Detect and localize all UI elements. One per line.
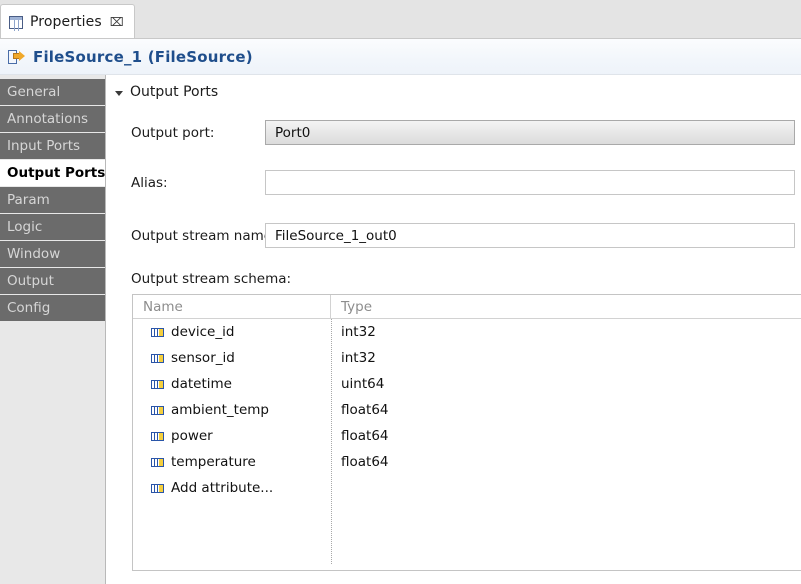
attribute-name: ambient_temp — [171, 402, 269, 418]
page-title: FileSource_1 (FileSource) — [33, 48, 253, 66]
attribute-icon — [151, 431, 164, 441]
cell-name: datetime — [133, 376, 331, 392]
attribute-icon — [151, 483, 164, 493]
attribute-icon — [151, 353, 164, 363]
cell-name: device_id — [133, 324, 331, 340]
sidebar-item-label: General — [7, 84, 61, 100]
sidebar-item-logic[interactable]: Logic — [0, 214, 105, 240]
cell-name: Add attribute... — [133, 480, 331, 496]
attribute-type: float64 — [341, 454, 389, 470]
attribute-type: float64 — [341, 402, 389, 418]
sidebar-item-output-ports[interactable]: Output Ports — [0, 160, 105, 186]
alias-input[interactable] — [265, 170, 795, 195]
properties-sidebar: General Annotations Input Ports Output P… — [0, 75, 106, 584]
alias-label: Alias: — [131, 174, 168, 191]
attribute-name: datetime — [171, 376, 232, 392]
form-row-output-port: Output port: Port0 — [107, 120, 801, 145]
sidebar-item-config[interactable]: Config — [0, 295, 105, 321]
table-row[interactable]: temperature float64 — [133, 449, 801, 475]
column-divider — [331, 319, 332, 564]
form-row-output-stream-name: Output stream name: FileSource_1_out0 — [107, 223, 801, 248]
properties-view: Properties ⌧ FileSource_1 (FileSource) G… — [0, 0, 801, 584]
tab-properties[interactable]: Properties ⌧ — [0, 4, 135, 39]
attribute-icon — [151, 379, 164, 389]
sidebar-item-label: Logic — [7, 219, 43, 235]
output-stream-name-label: Output stream name: — [131, 227, 277, 244]
attribute-type: float64 — [341, 428, 389, 444]
attribute-icon — [151, 327, 164, 337]
sidebar-item-input-ports[interactable]: Input Ports — [0, 133, 105, 159]
sidebar-item-label: Input Ports — [7, 138, 81, 154]
cell-name: sensor_id — [133, 350, 331, 366]
table-row[interactable]: power float64 — [133, 423, 801, 449]
attribute-type: int32 — [341, 324, 376, 340]
output-stream-schema-label: Output stream schema: — [131, 271, 292, 287]
table-header-row: Name Type — [133, 295, 801, 319]
chevron-down-icon[interactable] — [115, 90, 123, 96]
section-title: Output Ports — [130, 84, 219, 100]
output-port-label: Output port: — [131, 124, 215, 141]
attribute-name: temperature — [171, 454, 256, 470]
form-row-alias: Alias: — [107, 170, 801, 195]
table-row[interactable]: sensor_id int32 — [133, 345, 801, 371]
cell-name: temperature — [133, 454, 331, 470]
close-icon[interactable]: ⌧ — [109, 16, 124, 28]
attribute-name: power — [171, 428, 213, 444]
sidebar-item-label: Output Ports — [7, 165, 106, 181]
cell-name: ambient_temp — [133, 402, 331, 418]
section-header-output-ports[interactable]: Output Ports — [115, 84, 218, 100]
sidebar-item-label: Window — [7, 246, 61, 262]
column-header-name[interactable]: Name — [133, 295, 331, 318]
attribute-name: sensor_id — [171, 350, 235, 366]
table-body: device_id int32 sensor_id int32 datetime — [133, 319, 801, 564]
attribute-icon — [151, 457, 164, 467]
properties-grid-icon — [9, 15, 23, 29]
sidebar-item-label: Config — [7, 300, 51, 316]
sidebar-item-window[interactable]: Window — [0, 241, 105, 267]
sidebar-item-label: Annotations — [7, 111, 89, 127]
attribute-type: uint64 — [341, 376, 385, 392]
sidebar-item-label: Param — [7, 192, 50, 208]
table-row[interactable]: ambient_temp float64 — [133, 397, 801, 423]
cell-name: power — [133, 428, 331, 444]
sidebar-item-label: Output — [7, 273, 54, 289]
sidebar-item-output[interactable]: Output — [0, 268, 105, 294]
table-row[interactable]: datetime uint64 — [133, 371, 801, 397]
column-header-type[interactable]: Type — [331, 295, 801, 318]
output-stream-schema-table: Name Type device_id int32 sensor_id int3… — [132, 294, 801, 571]
attribute-type: int32 — [341, 350, 376, 366]
attribute-name: device_id — [171, 324, 235, 340]
attribute-icon — [151, 405, 164, 415]
add-attribute-row[interactable]: Add attribute... — [133, 475, 801, 501]
sidebar-item-param[interactable]: Param — [0, 187, 105, 213]
table-row[interactable]: device_id int32 — [133, 319, 801, 345]
view-tab-bar: Properties ⌧ — [0, 0, 801, 39]
output-port-select[interactable]: Port0 — [265, 120, 795, 145]
output-ports-panel: Output Ports Output port: Port0 Alias: O… — [107, 75, 801, 584]
output-port-arrow-icon — [8, 49, 25, 65]
add-attribute-label: Add attribute... — [171, 480, 274, 496]
output-stream-name-input[interactable]: FileSource_1_out0 — [265, 223, 795, 248]
sidebar-item-general[interactable]: General — [0, 79, 105, 105]
tab-properties-label: Properties — [30, 14, 102, 30]
page-title-band: FileSource_1 (FileSource) — [0, 39, 801, 75]
sidebar-item-annotations[interactable]: Annotations — [0, 106, 105, 132]
